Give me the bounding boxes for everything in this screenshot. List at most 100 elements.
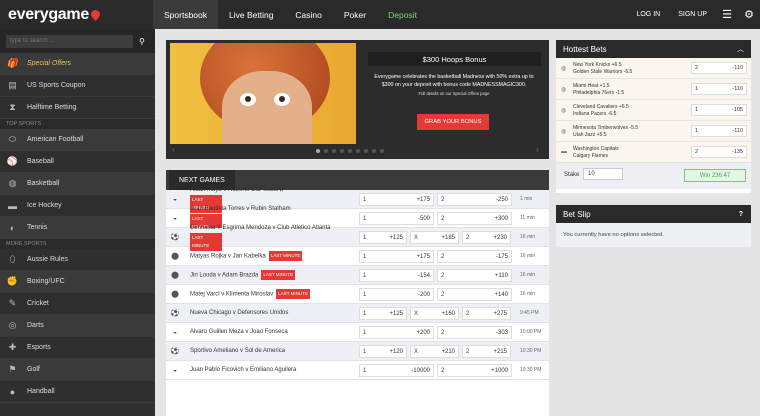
hot-bet-row[interactable]: ◍ New York Knicks +6.5 Golden State Warrio… (556, 58, 751, 79)
carousel-dot[interactable] (340, 149, 344, 153)
table-row[interactable]: ◒ Juan Pablo Ficovich v Emiliano Aguilera… (166, 361, 549, 380)
odds-away-button[interactable]: 2 +1000 (437, 364, 512, 377)
carousel-dot[interactable] (372, 149, 376, 153)
carousel-dot[interactable] (356, 149, 360, 153)
table-row[interactable]: ⚽ Nueva Chicago v Defensores Unidos 1 +125 X… (166, 304, 549, 323)
hot-bet-row[interactable]: ▬ Washington Capitals Calgary Flames 2 -135 (556, 142, 751, 163)
odds-away-button[interactable]: 2 +140 (437, 288, 512, 301)
eye-left (240, 93, 256, 106)
odds-away-button[interactable]: 2 +230 (462, 231, 511, 244)
chevron-right-icon[interactable]: › (536, 145, 539, 154)
hamburger-menu-icon[interactable]: ☰ (716, 0, 738, 29)
sidebar-item-ice-hockey[interactable]: ▬ Ice Hockey (0, 195, 155, 217)
odds-home-button[interactable]: 1 +120 (359, 345, 407, 358)
odds-home-button[interactable]: 1 -10000 (359, 364, 434, 377)
sidebar-item-baseball[interactable]: ⚾ Baseball (0, 151, 155, 173)
odds-away-button[interactable]: 2 -303 (437, 326, 512, 339)
sidebar-item-cricket[interactable]: ✎ Cricket (0, 293, 155, 315)
odds-home-button[interactable]: 1 +125 (359, 307, 407, 320)
tab-sportsbook[interactable]: Sportsbook (153, 0, 218, 29)
hottest-bets-header[interactable]: Hottest Bets ︿ (556, 40, 751, 58)
odds-draw-button[interactable]: X +210 (410, 345, 459, 358)
tab-deposit[interactable]: Deposit (377, 0, 428, 29)
tab-casino[interactable]: Casino (284, 0, 332, 29)
carousel-dot[interactable] (380, 149, 384, 153)
odds-home-button[interactable]: 1 -154 (359, 269, 434, 282)
login-link[interactable]: LOG IN (627, 11, 669, 18)
carousel-dot[interactable] (332, 149, 336, 153)
hot-bet-odds-button[interactable]: 2 -135 (691, 146, 747, 158)
game-name[interactable]: Nueva Chicago v Defensores Unidos (182, 309, 357, 317)
carousel-dot[interactable] (348, 149, 352, 153)
hot-bet-odds-button[interactable]: 1 -110 (691, 83, 747, 95)
odds-home-button[interactable]: 1 +175 (359, 193, 434, 206)
odds-selection-label: X (414, 234, 419, 241)
table-row[interactable]: ⚽ Gimnasia Y Esgrima Mendoza v Club Atlet… (166, 225, 549, 251)
bet-slip-header[interactable]: Bet Slip? (556, 205, 751, 223)
hot-bet-row[interactable]: ◍ Miami Heat +1.5 Philadelphia 76ers -1.5 1… (556, 79, 751, 100)
sidebar-item-aussie-rules[interactable]: ⬯ Aussie Rules (0, 249, 155, 271)
odds-away-button[interactable]: 2 -250 (437, 193, 512, 206)
hot-bet-odds-button[interactable]: 1 -110 (691, 125, 747, 137)
table-row[interactable]: ⬤ Jiri Louda v Adam Brazda LAST MINUTE 1 -15… (166, 266, 549, 285)
game-name[interactable]: Matyas Rojka v Jan Kabelka LAST MINUTE (182, 251, 357, 261)
game-name[interactable]: Jiri Louda v Adam Brazda LAST MINUTE (182, 270, 357, 280)
tab-poker[interactable]: Poker (333, 0, 377, 29)
odds-home-button[interactable]: 1 +125 (359, 231, 407, 244)
table-row[interactable]: ⬤ Matej Varcl v Klimenta Miroslav LAST MIN… (166, 285, 549, 304)
odds-away-button[interactable]: 2 +300 (437, 212, 512, 225)
sidebar-item-american-football[interactable]: ⬭ American Football (0, 129, 155, 151)
sidebar-item-esports[interactable]: ✚ Esports (0, 337, 155, 359)
odds-value: -10000 (411, 367, 430, 374)
game-name[interactable]: Matej Varcl v Klimenta Miroslav LAST MINU… (182, 289, 357, 299)
hottest-bets-list: ◍ New York Knicks +6.5 Golden State Warrio… (556, 58, 751, 163)
odds-value: -250 (495, 196, 508, 203)
odds-home-button[interactable]: 1 +200 (359, 326, 434, 339)
hot-bet-row[interactable]: ◍ Minnesota Timberwolves -5.5 Utah Jazz +5… (556, 121, 751, 142)
search-icon[interactable]: ⚲ (139, 37, 145, 46)
game-name[interactable]: Sportivo Ameliano v Sol de America (182, 347, 357, 355)
odds-away-button[interactable]: 2 +215 (462, 345, 511, 358)
game-name[interactable]: Alvaro Guillen Meza v Joao Fonseca (182, 328, 357, 336)
game-name[interactable]: Juan Pablo Ficovich v Emiliano Aguilera (182, 366, 357, 374)
sidebar-item-golf[interactable]: ⚑ Golf (0, 359, 155, 381)
sidebar-item-us-sports-coupon[interactable]: ▤ US Sports Coupon (0, 75, 155, 97)
carousel-dot[interactable] (364, 149, 368, 153)
carousel-dot[interactable] (316, 149, 320, 153)
help-icon[interactable]: ? (739, 211, 743, 218)
boxing-glove-icon: ✊ (6, 276, 19, 286)
stake-input[interactable]: 10 (583, 168, 623, 180)
chevron-left-icon[interactable]: ‹ (172, 145, 175, 154)
sidebar-item-basketball[interactable]: ◍ Basketball (0, 173, 155, 195)
sidebar-item-boxing-ufc[interactable]: ✊ Boxing/UFC (0, 271, 155, 293)
promo-banner: $300 Hoops Bonus Everygame celebrates th… (166, 40, 549, 159)
odds-home-button[interactable]: 1 -200 (359, 288, 434, 301)
hot-bet-odds-button[interactable]: 1 -105 (691, 104, 747, 116)
carousel-dot[interactable] (324, 149, 328, 153)
tab-live-betting[interactable]: Live Betting (218, 0, 284, 29)
odds-home-button[interactable]: 1 -500 (359, 212, 434, 225)
win-button[interactable]: Win 236.47 (684, 169, 746, 182)
sidebar-item-handball[interactable]: ● Handball (0, 381, 155, 403)
grab-bonus-button[interactable]: GRAB YOUR BONUS (417, 114, 489, 130)
brand-logo[interactable]: everygame (0, 0, 153, 29)
gear-icon[interactable]: ⚙ (738, 0, 760, 29)
hot-bet-odds-button[interactable]: 2 -110 (691, 62, 747, 74)
odds-home-button[interactable]: 1 +175 (359, 250, 434, 263)
sidebar-item-halftime-betting[interactable]: ⧗ Halftime Betting (0, 97, 155, 119)
table-row[interactable]: ⚽ Sportivo Ameliano v Sol de America 1 +120… (166, 342, 549, 361)
chevron-up-icon[interactable]: ︿ (737, 44, 744, 54)
table-row[interactable]: ◒ Alvaro Guillen Meza v Joao Fonseca 1 +200… (166, 323, 549, 342)
search-input[interactable] (6, 34, 133, 48)
signup-link[interactable]: SIGN UP (669, 11, 716, 18)
odds-away-button[interactable]: 2 -175 (437, 250, 512, 263)
odds-draw-button[interactable]: X +160 (410, 307, 459, 320)
odds-away-button[interactable]: 2 +110 (437, 269, 512, 282)
sidebar-item-tennis[interactable]: ◐ Tennis (0, 217, 155, 239)
sidebar-item-special-offers[interactable]: 🎁 Special Offers (0, 53, 155, 75)
sidebar-item-darts[interactable]: ◎ Darts (0, 315, 155, 337)
hot-bet-row[interactable]: ◍ Cleveland Cavaliers +6.5 Indiana Pacers … (556, 100, 751, 121)
odds-draw-button[interactable]: X +185 (410, 231, 459, 244)
table-row[interactable]: ⬤ Matyas Rojka v Jan Kabelka LAST MINUTE 1 +… (166, 247, 549, 266)
odds-away-button[interactable]: 2 +275 (462, 307, 511, 320)
